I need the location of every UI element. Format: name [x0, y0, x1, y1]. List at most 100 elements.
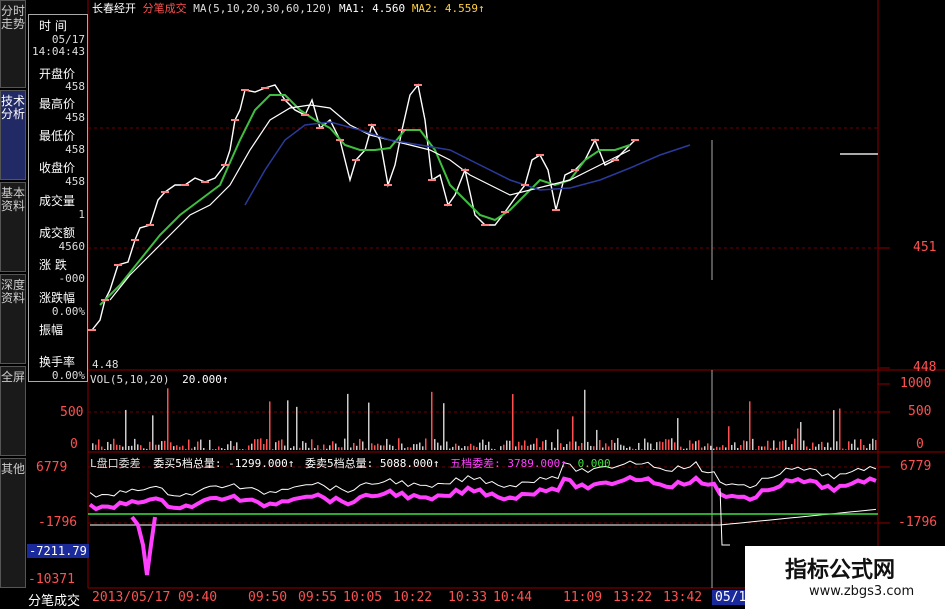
volume-bar	[500, 446, 502, 450]
ind-axis-upper: 6779	[900, 459, 932, 474]
volume-bar	[413, 444, 415, 450]
volume-bar	[794, 438, 796, 450]
volume-bar	[242, 449, 244, 450]
chart-mode[interactable]: 分笔成交	[143, 2, 187, 15]
tick-mark	[181, 184, 189, 186]
time-label-1109: 11:09	[563, 590, 603, 605]
volume-bar	[710, 445, 712, 450]
amplitude-label: 振幅	[39, 323, 64, 337]
volume-bar	[419, 442, 421, 450]
time-label-1322: 13:22	[613, 590, 653, 605]
volume-bar	[509, 440, 511, 450]
time-label-1342: 13:42	[663, 590, 703, 605]
volume-bar	[293, 446, 295, 450]
volume-bar	[692, 443, 694, 450]
tick-mark	[114, 264, 122, 266]
volume-bar	[197, 441, 199, 450]
volume-bar	[311, 439, 313, 450]
volume-bar	[587, 441, 589, 450]
volume-bar	[350, 447, 352, 450]
volume-bar	[440, 445, 442, 450]
volume-bar	[314, 448, 316, 450]
volume-bar	[668, 439, 670, 450]
volume-bar	[305, 442, 307, 450]
volume-bar	[665, 439, 667, 450]
tick-mark	[591, 139, 599, 141]
volume-label: 成交量	[39, 194, 76, 208]
volume-bar	[527, 445, 529, 450]
volume-bar	[254, 439, 256, 450]
volume-bar	[380, 445, 382, 450]
tick-mark	[336, 139, 344, 141]
time-label-0955: 09:55	[298, 590, 338, 605]
volume-bar	[431, 391, 433, 450]
time-axis-left-label[interactable]: 分笔成交	[28, 590, 80, 609]
volume-bar	[461, 448, 463, 450]
tick-mark	[101, 299, 109, 301]
volume-bar	[182, 445, 184, 450]
volume-bar	[308, 447, 310, 450]
volume-bar	[503, 444, 505, 450]
volume-bar	[230, 440, 232, 450]
volume-bar	[437, 442, 439, 450]
ind-left-axis-cursor: -7211.79	[27, 544, 89, 558]
volume-bar	[119, 444, 121, 450]
volume-bar	[473, 445, 475, 450]
volume-bar	[296, 406, 298, 450]
volume-bar	[200, 439, 202, 450]
volume-bar	[719, 447, 721, 450]
volume-bar	[209, 439, 211, 450]
volume-bar	[218, 446, 220, 450]
volume-bar	[575, 441, 577, 450]
volume-header: VOL(5,10,20) 20.000↑	[90, 373, 228, 386]
volume-bar	[659, 441, 661, 450]
volume-bar	[704, 446, 706, 450]
volume-bar	[872, 438, 874, 450]
volume-bar	[476, 446, 478, 450]
volume-bar	[233, 445, 235, 450]
volume-bar	[713, 448, 715, 450]
volume-bar	[593, 446, 595, 450]
volume-bar	[614, 442, 616, 450]
volume-bar	[248, 445, 250, 450]
tick-mark	[521, 184, 529, 186]
volume-label: VOL(5,10,20)	[90, 373, 170, 386]
indicator-label: L盘口委差	[90, 457, 141, 470]
tick-mark	[231, 119, 239, 121]
time-label-1033: 10:33	[448, 590, 488, 605]
tick-mark	[301, 114, 309, 116]
tick-mark	[398, 129, 406, 131]
tick-mark	[840, 153, 878, 155]
volume-bar	[650, 443, 652, 450]
volume-bar	[317, 445, 319, 450]
volume-bar	[143, 448, 145, 450]
volume-bar	[572, 416, 574, 450]
volume-bar	[683, 448, 685, 450]
tick-mark	[631, 139, 639, 141]
volume-bar	[122, 446, 124, 450]
volume-bar	[338, 447, 340, 450]
volume-bar	[590, 445, 592, 450]
volume-bar	[728, 426, 730, 450]
volume-bar	[686, 448, 688, 450]
volume-bar	[563, 446, 565, 450]
volume-bar	[758, 445, 760, 450]
tick-mark	[261, 87, 269, 89]
ma-blue-line	[244, 121, 691, 206]
volume-bar	[638, 442, 640, 450]
tick-mark	[611, 159, 619, 161]
order-diff-ma: 0.000	[577, 457, 611, 470]
tick-mark	[221, 164, 229, 166]
volume-bar	[284, 445, 286, 450]
volume-bar	[482, 439, 484, 450]
volume-bar	[803, 440, 805, 450]
volume-bar	[116, 444, 118, 450]
volume-bar	[542, 441, 544, 450]
ind-axis-lower: -1796	[898, 515, 938, 530]
volume-bar	[146, 448, 148, 450]
volume-bar	[545, 439, 547, 450]
time-label-date: 2013/05/17	[92, 590, 171, 605]
volume-bar	[185, 448, 187, 450]
volume-bar	[608, 446, 610, 450]
volume-bar	[701, 447, 703, 450]
